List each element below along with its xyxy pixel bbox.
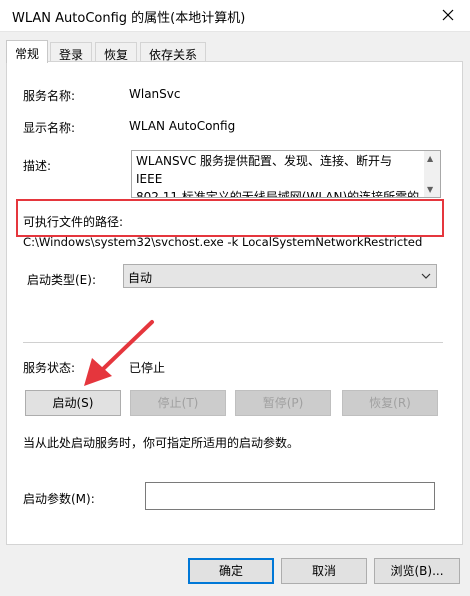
exe-path-value: C:\Windows\system32\svchost.exe -k Local…: [23, 235, 423, 249]
start-button[interactable]: 启动(S): [25, 390, 121, 416]
scroll-up-icon[interactable]: ▲: [427, 154, 433, 163]
description-line-2: 802.11 标准定义的无线局域网(WLAN)的连接所需的: [136, 190, 420, 198]
red-arrow-icon: [84, 320, 154, 386]
startup-type-value: 自动: [128, 271, 153, 285]
display-name-value: WLAN AutoConfig: [129, 119, 236, 133]
title-bar: WLAN AutoConfig 的属性(本地计算机): [0, 0, 470, 32]
description-line-1: WLANSVC 服务提供配置、发现、连接、断开与 IEEE: [136, 154, 393, 186]
description-scrollbar[interactable]: ▲ ▼: [424, 151, 440, 197]
browse-button[interactable]: 浏览(B)...: [374, 558, 460, 584]
service-status-label: 服务状态:: [23, 361, 76, 375]
display-name-label: 显示名称:: [23, 121, 76, 135]
pause-button[interactable]: 暂停(P): [235, 390, 331, 416]
close-icon[interactable]: [436, 3, 460, 27]
tab-logon[interactable]: 登录: [50, 42, 93, 62]
start-params-input[interactable]: [145, 482, 435, 510]
tab-dependencies[interactable]: 依存关系: [140, 42, 207, 62]
cancel-button[interactable]: 取消: [281, 558, 367, 584]
start-params-label: 启动参数(M):: [23, 492, 95, 506]
chevron-down-icon: [421, 273, 431, 279]
tab-general[interactable]: 常规: [6, 40, 49, 63]
startup-type-label: 启动类型(E):: [27, 273, 96, 287]
stop-button[interactable]: 停止(T): [130, 390, 226, 416]
start-hint: 当从此处启动服务时，你可指定所适用的启动参数。: [23, 436, 300, 450]
service-name-label: 服务名称:: [23, 89, 76, 103]
description-label: 描述:: [23, 159, 52, 173]
general-panel: 服务名称: WlanSvc 显示名称: WLAN AutoConfig 描述: …: [6, 61, 463, 545]
ok-button[interactable]: 确定: [188, 558, 274, 584]
service-name-value: WlanSvc: [129, 87, 181, 101]
window-title: WLAN AutoConfig 的属性(本地计算机): [12, 11, 246, 26]
scroll-down-icon[interactable]: ▼: [427, 185, 433, 194]
resume-button[interactable]: 恢复(R): [342, 390, 438, 416]
tab-recovery[interactable]: 恢复: [95, 42, 138, 62]
startup-type-select[interactable]: 自动: [123, 264, 437, 288]
startup-type-highlight: [16, 199, 444, 237]
description-box[interactable]: WLANSVC 服务提供配置、发现、连接、断开与 IEEE 802.11 标准定…: [131, 150, 441, 198]
